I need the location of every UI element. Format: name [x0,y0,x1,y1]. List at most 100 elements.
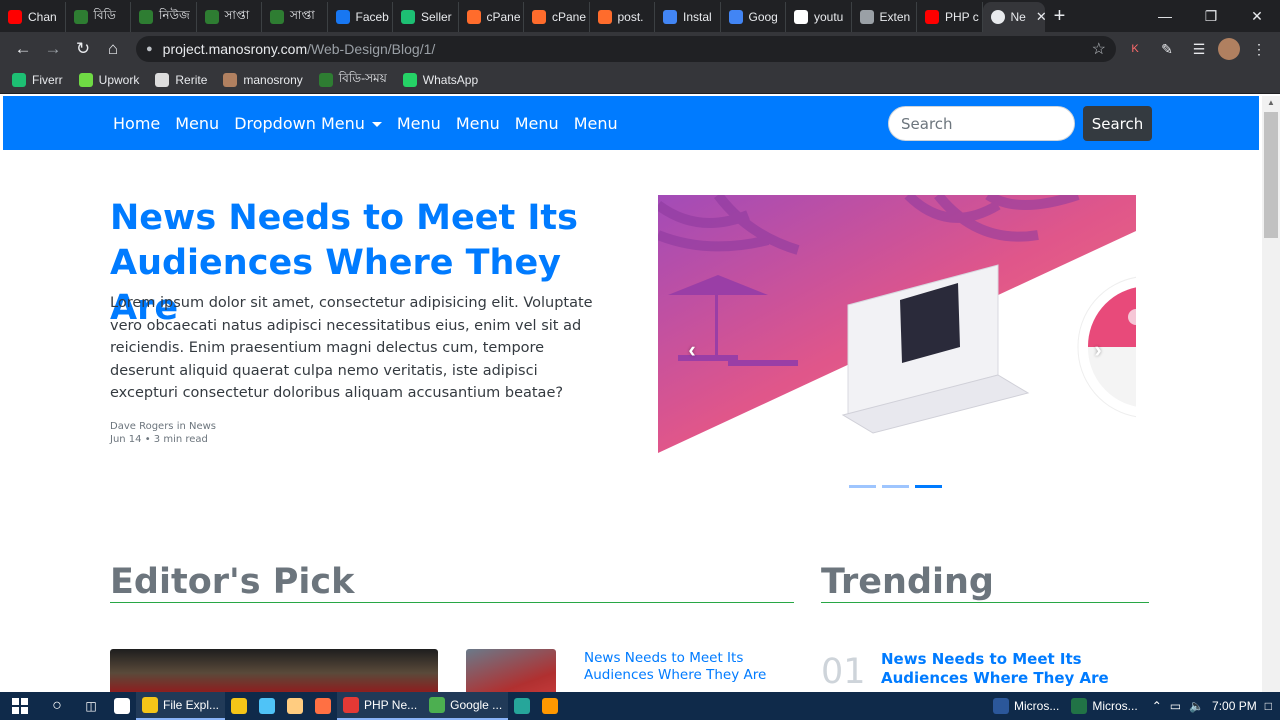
bookmark-star-icon[interactable]: ☆ [1092,39,1106,59]
c-icon [663,10,677,24]
bookmark-item[interactable]: Rerite [155,72,208,87]
carousel-indicator[interactable] [849,485,876,488]
url-path: /Web-Design/Blog/1/ [307,41,436,57]
nav-home[interactable]: Home [113,114,160,133]
taskbar-app[interactable] [508,692,536,720]
volume-icon[interactable]: 🔈 [1189,699,1204,713]
app-icon [114,698,130,714]
browser-tab[interactable]: Faceb [328,2,393,32]
minimize-icon[interactable]: — [1142,0,1188,32]
tab-label: Chan [28,10,57,24]
forward-icon[interactable]: → [38,34,68,64]
nav-menu[interactable]: Menu [397,114,441,133]
editors-pick-title: Editor's Pick [110,562,355,602]
scroll-thumb[interactable] [1264,112,1278,238]
bookmark-item[interactable]: Fiverr [12,72,63,87]
taskbar-app[interactable] [225,692,253,720]
search-button[interactable]: Search [1083,106,1152,141]
browser-tab[interactable]: Chan [0,2,66,32]
notifications-icon[interactable]: □ [1265,699,1272,713]
browser-tab[interactable]: youtu [786,2,852,32]
taskbar-app[interactable]: Micros... [1065,692,1143,720]
close-icon[interactable]: ✕ [1036,9,1045,25]
taskbar-app[interactable] [253,692,281,720]
post-image[interactable] [110,649,438,692]
extensions-puzzle-icon[interactable]: ✎ [1154,36,1180,62]
browser-tab[interactable]: cPane [459,2,524,32]
browser-tab[interactable]: নিউজ [131,2,197,32]
taskbar-app[interactable]: Google ... [423,692,509,720]
trending-link[interactable]: News Needs to Meet Its Audiences Where T… [881,650,1161,688]
tab-active[interactable]: Ne ✕ [982,2,1045,32]
app-icon [287,698,304,714]
nav-menu[interactable]: Menu [515,114,559,133]
bookmark-item[interactable]: বিডি-সময় [318,70,387,90]
carousel-slide [658,195,1136,453]
trending-title: Trending [821,562,994,602]
task-view-icon[interactable]: ◫ [74,692,108,720]
extension-k-icon[interactable]: K [1122,36,1148,62]
browser-tab[interactable]: Exten [852,2,917,32]
new-tab-button[interactable]: + [1045,2,1075,32]
app-icon [142,697,158,713]
taskbar-app-label: Micros... [1092,699,1138,713]
menu-kebab-icon[interactable]: ⋮ [1246,36,1272,62]
search-circle-icon[interactable]: ○ [40,692,74,720]
tray-chevron-icon[interactable]: ⌃ [1152,699,1162,713]
editors-pick-link[interactable]: News Needs to Meet Its Audiences Where T… [584,650,784,684]
scroll-up-icon[interactable]: ▲ [1267,98,1275,107]
nav-menu[interactable]: Menu [456,114,500,133]
address-bar[interactable]: ● project.manosrony.com/Web-Design/Blog/… [136,36,1116,62]
taskbar-app[interactable] [536,692,564,720]
clock[interactable]: 7:00 PM [1212,699,1257,713]
reading-list-icon[interactable]: ☰ [1186,36,1212,62]
browser-tab[interactable]: Goog [721,2,786,32]
carousel-indicator[interactable] [915,485,942,488]
cpanel-icon [597,10,612,24]
carousel-image [658,195,1136,453]
nav-dropdown[interactable]: Dropdown Menu [234,114,382,133]
bookmark-label: Rerite [175,72,208,87]
browser-tab[interactable]: post. [590,2,655,32]
window-controls: — ❐ ✕ [1142,0,1280,32]
search-input[interactable] [888,106,1075,141]
taskbar-app[interactable] [108,692,136,720]
nav-menu[interactable]: Menu [175,114,219,133]
taskbar-app[interactable] [281,692,309,720]
nav-menu[interactable]: Menu [574,114,618,133]
browser-tab[interactable]: সাপ্তা [262,2,328,32]
taskbar-app[interactable]: PHP Ne... [337,692,424,720]
restore-icon[interactable]: ❐ [1188,0,1234,32]
browser-tab[interactable]: cPane [524,2,590,32]
taskbar-app[interactable] [309,692,337,720]
carousel-next-button[interactable]: › [1088,337,1108,362]
browser-tab[interactable]: PHP c [917,2,983,32]
bookmark-favicon-icon [223,72,238,87]
taskbar-app[interactable]: File Expl... [136,692,226,720]
taskbar-app[interactable]: Micros... [987,692,1065,720]
browser-tab[interactable]: সাপ্তা [197,2,262,32]
app-icon [343,697,360,713]
home-icon[interactable]: ⌂ [98,34,128,64]
browser-tab[interactable]: Instal [655,2,721,32]
close-window-icon[interactable]: ✕ [1234,0,1280,32]
network-icon[interactable]: ▭ [1170,699,1181,713]
carousel-indicator[interactable] [882,485,909,488]
start-button[interactable] [0,692,40,720]
post-date: Jun 14 • 3 min read [110,434,208,445]
back-icon[interactable]: ← [8,34,38,64]
carousel-indicators [849,485,942,488]
browser-tab[interactable]: Seller [393,2,459,32]
bookmark-label: WhatsApp [422,72,479,87]
page-scrollbar[interactable]: ▲ [1262,96,1280,692]
browser-tab[interactable]: বিডি [66,2,131,32]
bookmark-item[interactable]: WhatsApp [402,72,479,87]
reload-icon[interactable]: ↻ [68,34,98,64]
carousel-prev-button[interactable]: ‹ [682,337,702,362]
bookmark-item[interactable]: manosrony [223,72,303,87]
tab-label: Seller [421,10,452,24]
bookmark-item[interactable]: Upwork [78,72,139,87]
profile-avatar[interactable] [1218,38,1240,60]
post-thumbnail[interactable] [466,649,556,692]
app-icon [429,697,446,713]
